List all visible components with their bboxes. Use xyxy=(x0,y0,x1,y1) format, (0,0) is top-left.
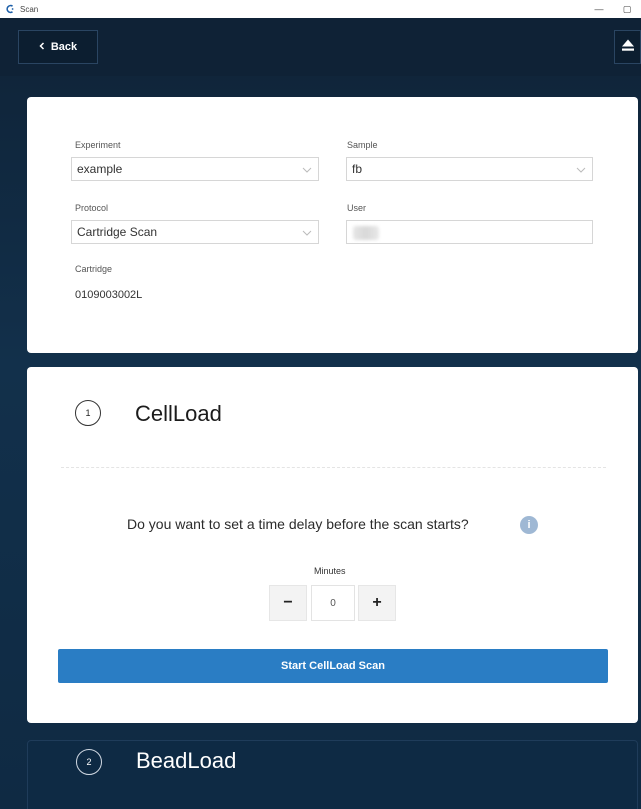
window-titlebar: Scan — ▢ xyxy=(0,0,641,18)
scan-info-card: Experiment example Sample fb Protocol Ca… xyxy=(27,97,638,353)
delay-question: Do you want to set a time delay before t… xyxy=(127,516,469,532)
step-title: BeadLoad xyxy=(136,748,237,773)
top-bar: Back xyxy=(0,18,641,76)
back-button-label: Back xyxy=(50,41,78,53)
step-title: CellLoad xyxy=(135,401,222,426)
user-input[interactable] xyxy=(346,220,593,244)
back-button[interactable]: Back xyxy=(18,30,98,64)
window-controls: — ▢ xyxy=(585,0,641,18)
cellload-step-card: 1 CellLoad Do you want to set a time del… xyxy=(27,367,638,723)
step-number-badge: 2 xyxy=(76,749,102,775)
eject-icon xyxy=(621,38,635,57)
increment-button[interactable]: + xyxy=(358,585,396,621)
chevron-left-icon xyxy=(39,41,45,53)
protocol-value: Cartridge Scan xyxy=(77,225,158,239)
minutes-label: Minutes xyxy=(314,566,346,576)
chevron-down-icon xyxy=(302,164,312,174)
minutes-input[interactable]: 0 xyxy=(311,585,355,621)
cartridge-label: Cartridge xyxy=(75,264,113,274)
app-icon xyxy=(4,3,16,15)
redacted-user-blur xyxy=(353,226,379,240)
chevron-down-icon xyxy=(576,164,586,174)
step-number-badge: 1 xyxy=(75,400,101,426)
sample-select[interactable]: fb xyxy=(346,157,593,181)
experiment-label: Experiment xyxy=(75,140,121,150)
cartridge-value: 0109003002L xyxy=(75,289,143,301)
beadload-step-card[interactable]: 2 BeadLoad xyxy=(27,740,638,809)
experiment-value: example xyxy=(77,162,123,176)
minimize-button[interactable]: — xyxy=(585,0,613,18)
window-title: Scan xyxy=(20,4,39,14)
start-cellload-scan-button[interactable]: Start CellLoad Scan xyxy=(58,649,608,683)
protocol-label: Protocol xyxy=(75,203,109,213)
experiment-select[interactable]: example xyxy=(71,157,319,181)
chevron-down-icon xyxy=(302,227,312,237)
info-icon[interactable]: i xyxy=(520,516,538,534)
maximize-button[interactable]: ▢ xyxy=(613,0,641,18)
sample-label: Sample xyxy=(347,140,378,150)
step-divider xyxy=(61,467,606,468)
sample-value: fb xyxy=(352,162,363,176)
user-label: User xyxy=(347,203,367,213)
protocol-select[interactable]: Cartridge Scan xyxy=(71,220,319,244)
eject-button[interactable] xyxy=(614,30,641,64)
decrement-button[interactable]: − xyxy=(269,585,307,621)
